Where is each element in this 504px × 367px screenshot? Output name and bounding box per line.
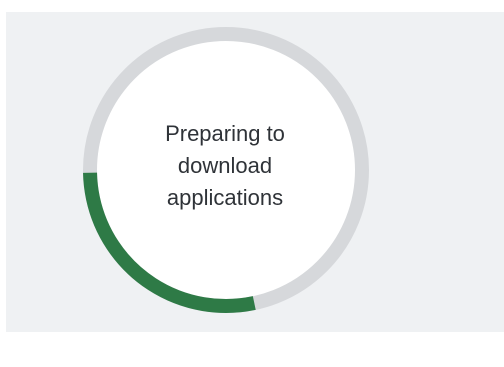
status-line-3: applications	[166, 185, 284, 210]
status-text: Preparing to download applications	[120, 118, 330, 214]
installer-screen: Preparing to download applications	[0, 0, 504, 367]
status-line-1: Preparing to	[165, 121, 285, 146]
status-line-2: download	[177, 153, 273, 178]
